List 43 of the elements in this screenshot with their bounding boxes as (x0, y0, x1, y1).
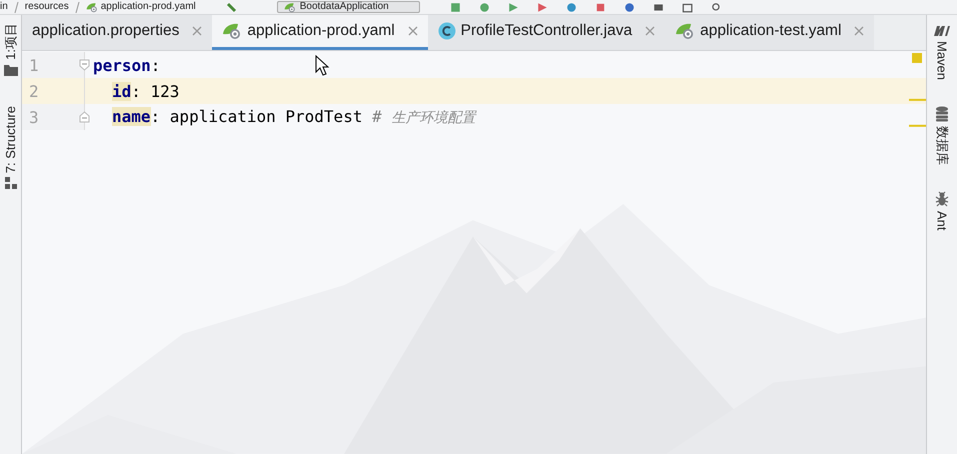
line-number: 3 (29, 108, 39, 126)
close-icon[interactable] (192, 26, 202, 36)
close-icon[interactable] (408, 26, 418, 36)
line-number: 1 (29, 56, 39, 74)
tool-window-button[interactable]: 7: Structure (3, 104, 18, 192)
line-number: 2 (29, 82, 39, 100)
fold-icon[interactable] (79, 111, 90, 123)
breadcrumb[interactable]: resources (24, 1, 69, 13)
close-icon[interactable] (854, 26, 864, 36)
maven-icon (933, 23, 951, 37)
highlight-marker (909, 124, 926, 127)
tool-window-button[interactable]: 1:项目 (2, 21, 20, 78)
hammer-icon[interactable] (226, 2, 237, 12)
mouse-cursor-icon (315, 55, 331, 77)
editor-tab[interactable]: application-prod.yaml (212, 15, 428, 50)
database-icon (935, 106, 949, 122)
editor-tab[interactable]: application-test.yaml (665, 15, 874, 50)
code-line: id: 123 (112, 82, 180, 100)
leaf-icon (675, 22, 696, 40)
highlight-marker (909, 98, 926, 101)
tool-window-button[interactable]: Maven (933, 21, 951, 82)
tool-window-button[interactable]: Ant (934, 189, 950, 233)
editor-tab[interactable]: ProfileTestController.java (428, 15, 666, 50)
stop-icon[interactable] (594, 2, 606, 12)
structure-icon (4, 177, 16, 190)
folder-icon (4, 64, 18, 76)
run-config-dropdown[interactable]: BootdataApplication (276, 1, 420, 13)
status-icon (912, 53, 922, 63)
separator-icon (74, 2, 80, 12)
editor-tab[interactable]: application.properties (22, 15, 212, 50)
class-icon (438, 22, 456, 40)
leaf-icon (222, 22, 242, 40)
separator-icon (14, 2, 19, 12)
breadcrumb[interactable]: application-prod.yaml (100, 1, 196, 13)
code-line: name: application ProdTest # 生产环境配置 (112, 107, 476, 127)
file-icon (86, 2, 98, 12)
fold-icon[interactable] (79, 59, 90, 71)
bug-icon (935, 191, 949, 208)
code-line: person: (93, 56, 160, 74)
app-icon (284, 2, 296, 12)
breadcrumb[interactable]: in (0, 1, 8, 13)
tool-window-button[interactable]: 数据库 (933, 104, 951, 168)
close-icon[interactable] (645, 26, 656, 36)
